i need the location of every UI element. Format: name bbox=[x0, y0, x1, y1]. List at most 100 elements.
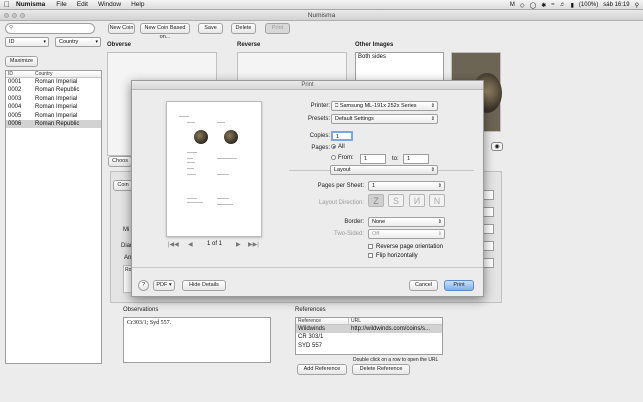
pages-from-radio[interactable]: From: bbox=[331, 155, 354, 161]
other-image-name: Both sides bbox=[358, 54, 387, 60]
eye-icon[interactable]: ◉ bbox=[491, 142, 503, 151]
reverse-orientation-checkbox[interactable]: Reverse page orientation bbox=[368, 244, 443, 250]
references-header: Reference URL bbox=[296, 318, 442, 325]
list-item[interactable]: Both sides bbox=[356, 53, 443, 61]
menu-window[interactable]: Window bbox=[93, 1, 126, 8]
close-button[interactable] bbox=[4, 13, 9, 18]
menu-edit[interactable]: Edit bbox=[72, 1, 93, 8]
radio-selected-icon bbox=[331, 144, 336, 149]
coin-country: Roman Republic bbox=[35, 87, 80, 94]
printer-select[interactable]: ⎕ Samsung ML-191x 252x Series ⇕ bbox=[331, 101, 438, 111]
preview-line bbox=[187, 168, 194, 169]
section-select[interactable]: Layout ⇕ bbox=[330, 165, 438, 175]
chevron-updown-icon: ⇕ bbox=[437, 183, 442, 189]
column-header-country[interactable]: Country bbox=[33, 71, 53, 77]
pages-per-sheet-select[interactable]: 1 ⇕ bbox=[368, 181, 445, 191]
layout-n-reverse-icon[interactable]: И bbox=[409, 194, 425, 207]
spotlight-icon[interactable]: ⚲ bbox=[635, 2, 639, 9]
pages-all-radio[interactable]: All bbox=[331, 144, 345, 150]
radio-icon bbox=[331, 155, 336, 160]
status-m-icon[interactable]: M bbox=[510, 2, 515, 8]
obverse-label: Obverse bbox=[107, 42, 132, 48]
preview-line bbox=[217, 198, 229, 199]
menu-help[interactable]: Help bbox=[126, 1, 149, 8]
list-item[interactable]: 0006 Roman Republic bbox=[6, 119, 101, 129]
flip-horizontally-checkbox[interactable]: Flip horizontally bbox=[368, 253, 418, 259]
layout-z-icon[interactable]: Z bbox=[368, 194, 384, 207]
menu-file[interactable]: File bbox=[51, 1, 71, 8]
layout-s-icon[interactable]: S bbox=[388, 194, 404, 207]
clock[interactable]: sáb 16:19 bbox=[603, 2, 629, 8]
minimize-button[interactable] bbox=[12, 13, 17, 18]
menu-bar:  Numisma File Edit Window Help M ◇ ◯ ✱ … bbox=[0, 0, 643, 10]
list-item[interactable]: 0001 Roman Imperial bbox=[6, 78, 101, 86]
list-item[interactable]: 0003 Roman Imperial bbox=[6, 95, 101, 103]
chevron-updown-icon: ⇕ bbox=[437, 219, 442, 225]
presets-label: Presets: bbox=[307, 116, 330, 122]
cancel-button[interactable]: Cancel bbox=[409, 280, 438, 291]
list-item[interactable]: 0005 Roman Imperial bbox=[6, 112, 101, 120]
tab-coin[interactable]: Coin bbox=[113, 180, 133, 191]
zoom-button[interactable] bbox=[20, 13, 25, 18]
filter-field-select[interactable]: Country ▾ bbox=[55, 37, 101, 47]
help-button[interactable]: ? bbox=[138, 280, 149, 291]
add-reference-button[interactable]: Add Reference bbox=[297, 364, 347, 375]
layout-n-icon[interactable]: N bbox=[429, 194, 445, 207]
first-page-button[interactable]: |◀◀ bbox=[168, 241, 179, 248]
layout-direction-label: Layout Direction: bbox=[318, 200, 364, 206]
column-header-url[interactable]: URL bbox=[349, 318, 361, 324]
apple-icon[interactable]:  bbox=[0, 0, 14, 9]
border-select[interactable]: None ⇕ bbox=[368, 217, 445, 227]
new-coin-based-button[interactable]: New Coin Based on... bbox=[140, 23, 190, 40]
list-item[interactable]: 0002 Roman Republic bbox=[6, 86, 101, 94]
preview-line bbox=[187, 152, 197, 153]
previous-page-button[interactable]: ◀ bbox=[188, 241, 193, 248]
print-button[interactable]: Print bbox=[265, 23, 290, 34]
hide-details-button[interactable]: Hide Details bbox=[182, 280, 226, 291]
observations-textarea[interactable]: Cr303/1; Syd 557. bbox=[123, 317, 271, 363]
volume-icon[interactable]: ♬ bbox=[560, 2, 566, 8]
observations-label: Observations bbox=[123, 307, 159, 313]
window-titlebar: Numisma bbox=[0, 10, 643, 21]
copies-input[interactable]: 1 bbox=[331, 131, 353, 141]
coin-id: 0003 bbox=[8, 95, 22, 102]
column-header-id[interactable]: ID bbox=[6, 71, 33, 77]
battery-percent: (100%) bbox=[578, 2, 599, 8]
choose-image-button[interactable]: Choos bbox=[108, 156, 132, 167]
table-row[interactable]: Wildwinds http://wildwinds.com/coins/s... bbox=[296, 325, 442, 334]
next-page-button[interactable]: ▶ bbox=[236, 241, 241, 248]
list-item[interactable]: 0004 Roman Imperial bbox=[6, 103, 101, 111]
new-coin-button[interactable]: New Coin bbox=[108, 23, 135, 34]
column-header-reference[interactable]: Reference bbox=[296, 318, 349, 324]
save-button[interactable]: Save bbox=[198, 23, 223, 34]
bluetooth-icon[interactable]: ✱ bbox=[541, 2, 546, 9]
maximize-button[interactable]: Maximize bbox=[5, 56, 38, 67]
printer-value: Samsung ML-191x 252x Series bbox=[339, 103, 417, 109]
sort-field-select[interactable]: ID ▾ bbox=[5, 37, 49, 47]
presets-select[interactable]: Default Settings ⇕ bbox=[331, 114, 438, 124]
preview-line bbox=[179, 116, 189, 117]
table-row[interactable]: SYD 557 bbox=[296, 342, 442, 350]
last-page-button[interactable]: ▶▶| bbox=[248, 241, 259, 248]
battery-icon[interactable]: ▮ bbox=[571, 2, 574, 9]
print-confirm-button[interactable]: Print bbox=[444, 280, 474, 291]
window-controls bbox=[4, 13, 25, 18]
pdf-button[interactable]: PDF ▾ bbox=[153, 280, 175, 291]
copies-label: Copies: bbox=[309, 133, 330, 139]
dropbox-icon[interactable]: ◇ bbox=[520, 2, 525, 9]
checkbox-icon bbox=[368, 244, 373, 249]
time-machine-icon[interactable]: ◯ bbox=[530, 2, 537, 9]
app-menu[interactable]: Numisma bbox=[14, 1, 51, 8]
from-page-input[interactable]: 1 bbox=[360, 154, 386, 164]
to-page-input[interactable]: 1 bbox=[403, 154, 429, 164]
delete-button[interactable]: Delete bbox=[231, 23, 256, 34]
search-input[interactable]: ⚲ bbox=[5, 23, 95, 34]
wifi-icon[interactable]: ≈ bbox=[551, 2, 554, 8]
preview-line bbox=[187, 122, 195, 123]
two-sided-select[interactable]: Off ⇕ bbox=[368, 229, 445, 239]
chevron-updown-icon: ⇕ bbox=[437, 231, 442, 237]
other-images-list: Both sides bbox=[355, 52, 444, 82]
delete-reference-button[interactable]: Delete Reference bbox=[352, 364, 410, 375]
table-row[interactable]: CR 303/1 bbox=[296, 333, 442, 341]
to-label: to: bbox=[392, 156, 399, 162]
